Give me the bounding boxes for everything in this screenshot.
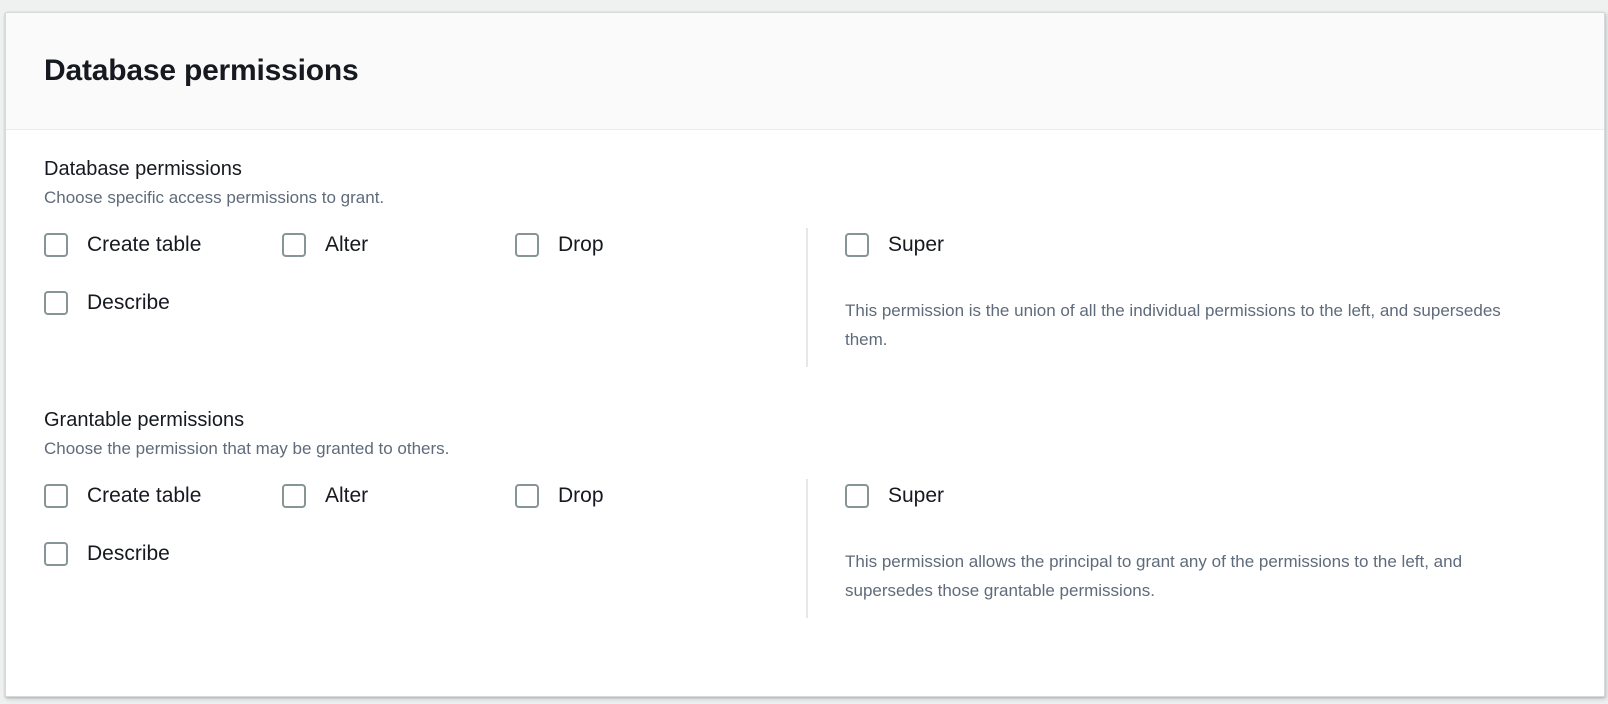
checkbox-drop[interactable]: Drop [515,228,715,262]
checkbox-label: Super [888,484,945,507]
section-columns: Create table Alter Drop Describe Super T… [44,224,1566,371]
section-left-column: Create table Alter Drop Describe [44,475,806,622]
checkbox-label: Alter [325,484,369,507]
checkbox-super[interactable]: Super [845,228,944,262]
checkbox-create-table[interactable]: Create table [44,228,282,262]
section-subheading: Choose specific access permissions to gr… [44,188,385,207]
section-right-column: Super This permission is the union of al… [808,224,1566,371]
checkbox-row: Super [845,228,1566,286]
checkbox-row: Create table Alter Drop [44,479,806,537]
checkbox-box-icon[interactable] [282,484,306,508]
grantable-checkbox-super[interactable]: Super [845,479,944,513]
super-help-text: This permission is the union of all the … [845,301,1501,349]
grantable-checkbox-drop[interactable]: Drop [515,479,715,513]
grantable-checkbox-create-table[interactable]: Create table [44,479,282,513]
checkbox-box-icon[interactable] [44,233,68,257]
checkbox-box-icon[interactable] [515,233,539,257]
page-title: Database permissions [44,54,359,87]
checkbox-label: Describe [87,542,170,565]
page-root: Database permissions Database permission… [0,0,1608,704]
checkbox-box-icon[interactable] [515,484,539,508]
section-right-column: Super This permission allows the princip… [808,475,1566,622]
section-subheading: Choose the permission that may be grante… [44,439,450,458]
grantable-checkbox-alter[interactable]: Alter [282,479,515,513]
card-header: Database permissions [6,13,1604,130]
grantable-super-help-text: This permission allows the principal to … [845,552,1463,600]
checkbox-alter[interactable]: Alter [282,228,515,262]
section-heading: Database permissions [44,158,242,180]
checkbox-row: Create table Alter Drop [44,228,806,286]
checkbox-box-icon[interactable] [44,484,68,508]
grantable-checkbox-describe[interactable]: Describe [44,537,282,571]
checkbox-box-icon[interactable] [44,542,68,566]
checkbox-label: Create table [87,233,202,256]
checkbox-label: Describe [87,291,170,314]
checkbox-row: Describe [44,286,806,344]
section-columns: Create table Alter Drop Describe Super T… [44,475,1566,622]
checkbox-row: Describe [44,537,806,595]
section-grantable-permissions: Grantable permissions Choose the permiss… [44,407,1566,622]
checkbox-label: Drop [558,484,604,507]
database-permissions-card: Database permissions Database permission… [5,12,1605,697]
checkbox-box-icon[interactable] [44,291,68,315]
section-database-permissions: Database permissions Choose specific acc… [44,156,1566,371]
checkbox-label: Super [888,233,945,256]
checkbox-label: Create table [87,484,202,507]
checkbox-label: Drop [558,233,604,256]
checkbox-box-icon[interactable] [282,233,306,257]
card-body: Database permissions Choose specific acc… [6,130,1604,622]
checkbox-label: Alter [325,233,369,256]
checkbox-box-icon[interactable] [845,233,869,257]
section-left-column: Create table Alter Drop Describe [44,224,806,371]
checkbox-row: Super [845,479,1566,537]
section-heading: Grantable permissions [44,409,245,431]
checkbox-box-icon[interactable] [845,484,869,508]
checkbox-describe[interactable]: Describe [44,286,282,320]
